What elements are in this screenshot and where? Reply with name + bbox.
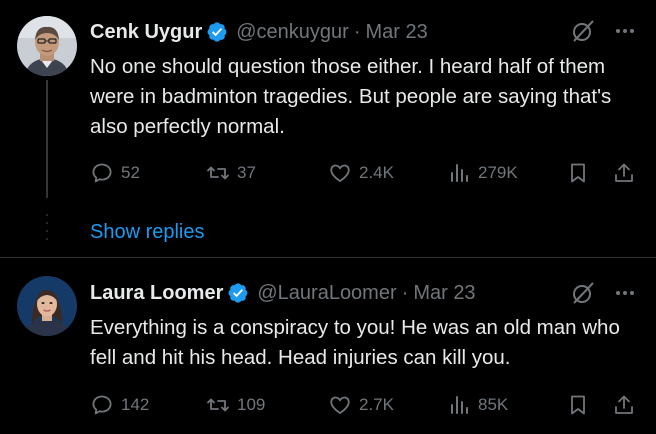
author-name[interactable]: Laura Loomer [90,282,223,305]
share-button[interactable] [612,159,643,187]
verified-badge-icon [228,283,248,303]
repost-icon [207,398,229,412]
tweet-actions: 52 37 2.4K 279K [90,159,638,187]
avatar[interactable] [17,16,77,76]
verified-badge-icon [207,22,227,42]
tweet-header: Laura Loomer @LauraLoomer · Mar 23 [90,279,476,307]
tweet-date[interactable]: Mar 23 [413,282,475,305]
avatar-cenk-uygur-icon [17,16,77,76]
like-button[interactable]: 2.4K [328,159,394,187]
views-button[interactable]: 85K [447,391,508,419]
repost-count: 109 [237,395,266,414]
author-name[interactable]: Cenk Uygur [90,21,202,44]
like-icon [330,396,350,414]
thread-dots [45,214,49,246]
reply-count: 142 [121,395,150,414]
like-count: 2.4K [359,163,394,182]
tweet-cenk-uygur[interactable]: Cenk Uygur @cenkuygur · Mar 23 No one sh… [0,0,656,200]
reply-icon [92,395,112,415]
views-button[interactable]: 279K [447,159,518,187]
view-count: 279K [478,163,518,182]
like-count: 2.7K [359,395,394,414]
like-button[interactable]: 2.7K [328,391,394,419]
author-handle[interactable]: @LauraLoomer [257,282,396,305]
thread-line [46,80,48,198]
more-icon[interactable] [612,18,638,44]
avatar-laura-loomer-icon [17,276,77,336]
views-icon [451,396,468,414]
share-icon [615,395,633,414]
reply-count: 52 [121,163,140,182]
bookmark-button[interactable] [566,391,597,419]
tweet-actions: 142 109 2.7K 85K [90,391,638,419]
reply-icon [92,163,112,183]
bookmark-icon [571,163,585,183]
reply-button[interactable]: 142 [90,391,149,419]
share-button[interactable] [612,391,643,419]
tweet-text: No one should question those either. I h… [90,55,612,138]
share-icon [615,163,633,182]
tweet-text: Everything is a conspiracy to you! He wa… [90,316,620,369]
views-icon [451,164,468,182]
avatar[interactable] [17,276,77,336]
grok-icon[interactable] [570,18,596,44]
repost-button[interactable]: 37 [206,159,256,187]
author-handle[interactable]: @cenkuygur [236,21,349,44]
repost-count: 37 [237,163,256,182]
tweet-date[interactable]: Mar 23 [366,21,428,44]
view-count: 85K [478,395,509,414]
header-separator: · [401,281,409,304]
header-separator: · [353,20,361,43]
bookmark-icon [571,395,585,415]
more-icon[interactable] [612,280,638,306]
bookmark-button[interactable] [566,159,597,187]
repost-icon [207,166,229,180]
tweet-laura-loomer[interactable]: Laura Loomer @LauraLoomer · Mar 23 Every… [0,258,656,434]
show-replies-link[interactable]: Show replies [90,218,205,246]
repost-button[interactable]: 109 [206,391,265,419]
like-icon [330,164,350,182]
reply-button[interactable]: 52 [90,159,140,187]
tweet-header: Cenk Uygur @cenkuygur · Mar 23 [90,18,428,46]
grok-icon[interactable] [570,280,596,306]
